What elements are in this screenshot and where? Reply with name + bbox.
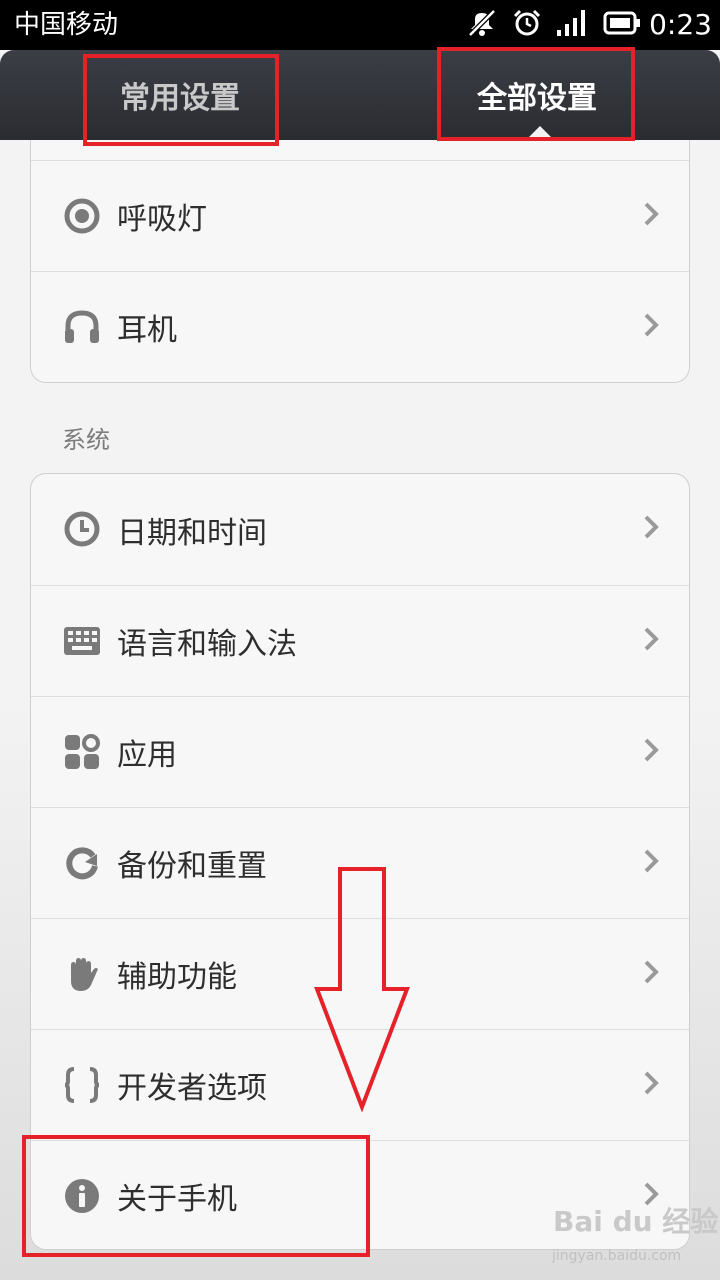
clock-icon bbox=[63, 510, 101, 548]
settings-item-date-time[interactable]: 日期和时间 bbox=[31, 474, 689, 585]
chevron-right-icon bbox=[643, 848, 659, 878]
chevron-right-icon bbox=[643, 1070, 659, 1100]
status-bar: 中国移动 0:23 bbox=[0, 0, 720, 50]
settings-item-headset[interactable]: 耳机 bbox=[31, 271, 689, 382]
chevron-right-icon bbox=[643, 514, 659, 544]
settings-item-label: 应用 bbox=[117, 738, 177, 773]
settings-item-label: 日期和时间 bbox=[117, 515, 267, 551]
backup-icon bbox=[63, 844, 101, 882]
chevron-right-icon bbox=[643, 312, 659, 342]
status-icons: 0:23 bbox=[451, 8, 712, 42]
settings-item-language-input[interactable]: 语言和输入法 bbox=[31, 585, 689, 696]
apps-icon bbox=[63, 733, 101, 771]
highlight-box-common-settings bbox=[83, 54, 279, 146]
keyboard-icon bbox=[63, 622, 101, 660]
headphones-icon bbox=[63, 308, 101, 346]
hand-icon bbox=[63, 955, 101, 993]
chevron-right-icon bbox=[643, 737, 659, 767]
chevron-right-icon bbox=[643, 959, 659, 989]
down-arrow-annotation bbox=[310, 866, 412, 1116]
settings-item-apps[interactable]: 应用 bbox=[31, 696, 689, 807]
clock: 0:23 bbox=[649, 8, 712, 41]
settings-item-label: 呼吸灯 bbox=[117, 202, 207, 237]
settings-group-top: 呼吸灯 耳机 bbox=[30, 140, 690, 383]
notification-light-icon bbox=[63, 197, 101, 235]
carrier-name: 中国移动 bbox=[14, 10, 119, 40]
alarm-icon bbox=[513, 9, 541, 41]
settings-item-label: 语言和输入法 bbox=[117, 627, 297, 662]
highlight-box-about-phone bbox=[22, 1135, 370, 1257]
settings-group-system: 日期和时间 语言和输入法 应用 备份和重置 辅助功能 开发者选项 关于手机 bbox=[30, 473, 690, 1250]
settings-item-label: 开发者选项 bbox=[117, 1071, 267, 1106]
braces-icon bbox=[63, 1066, 101, 1104]
mute-icon bbox=[467, 9, 497, 41]
baidu-watermark-url: jingyan.baidu.com bbox=[552, 1248, 682, 1264]
highlight-box-all-settings bbox=[437, 47, 635, 141]
signal-icon bbox=[557, 10, 587, 40]
settings-item-breathing-light[interactable]: 呼吸灯 bbox=[31, 160, 689, 271]
settings-item-label: 耳机 bbox=[117, 313, 177, 348]
settings-item-label: 辅助功能 bbox=[117, 960, 237, 995]
chevron-right-icon bbox=[643, 201, 659, 231]
battery-icon bbox=[603, 11, 641, 39]
chevron-right-icon bbox=[643, 626, 659, 656]
baidu-watermark-logo: Bai du 经验 bbox=[553, 1205, 719, 1238]
section-title-system: 系统 bbox=[62, 426, 110, 454]
settings-item-label: 备份和重置 bbox=[117, 849, 267, 884]
